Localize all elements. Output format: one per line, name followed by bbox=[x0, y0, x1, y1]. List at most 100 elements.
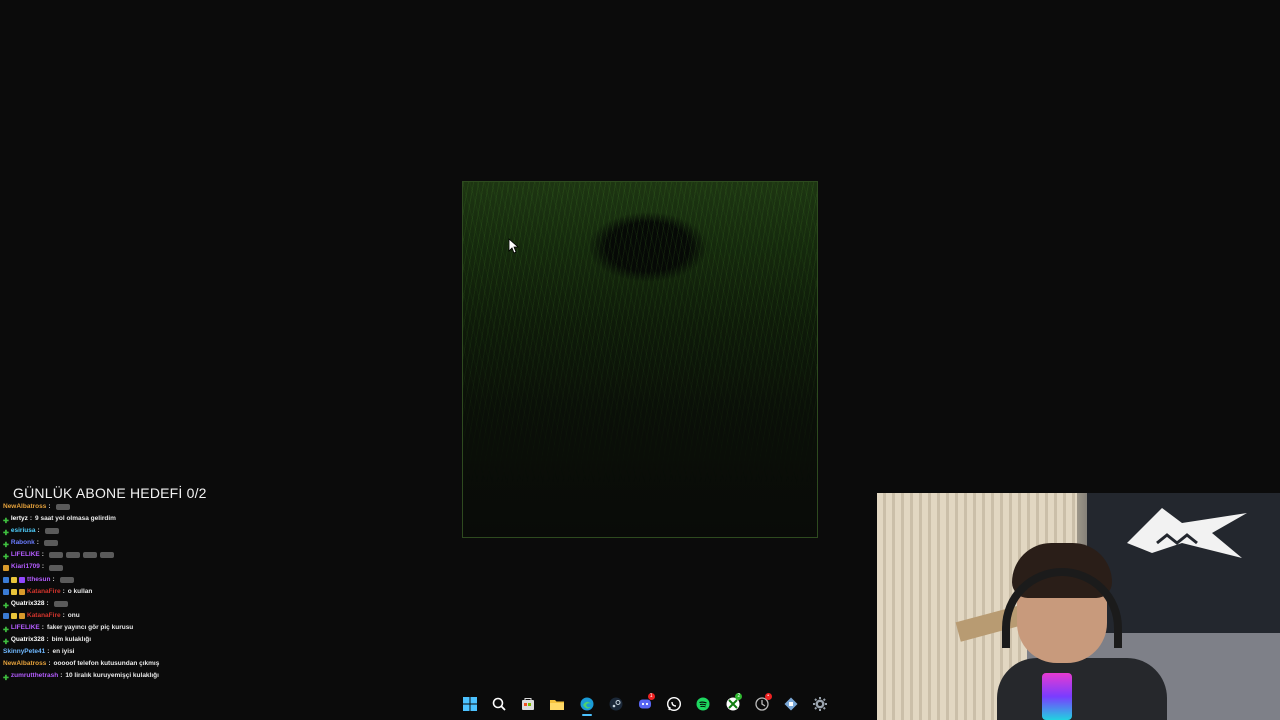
chat-message: ✚ Quatrix328: bim kulaklığı bbox=[3, 634, 263, 646]
chat-separator: : bbox=[48, 660, 51, 668]
chat-message: ✚ zumrutthetrash:10 liralık kuruyemişçi k… bbox=[3, 670, 263, 682]
chat-username: Kiari1709 bbox=[11, 563, 40, 571]
settings-gear-icon bbox=[812, 696, 828, 712]
chat-message: NewAlbatross: bbox=[3, 501, 263, 513]
chat-message: ✚ LIFELIKE: faker yayıncı gör piç kurusu bbox=[3, 622, 263, 634]
file-explorer-icon bbox=[549, 696, 565, 712]
badge-gold-icon bbox=[19, 612, 25, 619]
chat-separator: : bbox=[46, 599, 49, 607]
chat-message: ✚ Rabonk: bbox=[3, 537, 263, 549]
taskbar-search-button[interactable] bbox=[484, 692, 513, 716]
badge-plus-icon: ✚ bbox=[3, 639, 9, 647]
taskbar-settings-gear-button[interactable] bbox=[806, 692, 835, 716]
chat-username: KatanaFire bbox=[27, 611, 61, 619]
chat-separator: : bbox=[41, 623, 44, 631]
emote-icon bbox=[99, 552, 114, 559]
chat-username: lertyz bbox=[10, 515, 28, 523]
taskbar: 1 2 • bbox=[455, 692, 835, 716]
chat-separator: : bbox=[46, 636, 49, 644]
taskbar-app-button[interactable] bbox=[777, 692, 806, 716]
chat-message: ✚ LIFELIKE: bbox=[3, 549, 263, 561]
chat-username: LIFELIKE bbox=[10, 551, 40, 559]
person-shirt bbox=[997, 658, 1167, 720]
whatsapp-icon bbox=[666, 696, 682, 712]
chat-separator: : bbox=[41, 563, 45, 571]
taskbar-whatsapp-button[interactable] bbox=[660, 692, 689, 716]
steam-icon bbox=[608, 696, 624, 712]
chat-separator: : bbox=[52, 575, 55, 583]
emote-icon bbox=[48, 552, 63, 559]
badge-blue-icon bbox=[3, 576, 9, 583]
chat-message: Kiari1709: bbox=[3, 561, 263, 573]
emote-icon bbox=[82, 552, 97, 559]
badge-yellow-icon bbox=[11, 588, 17, 595]
taskbar-game-controller-button[interactable]: • bbox=[747, 692, 776, 716]
chat-username: esiriusa bbox=[10, 527, 36, 535]
chat-text: 9 saat yol olmasa gelirdim bbox=[35, 515, 116, 523]
chat-text: faker yayıncı gör piç kurusu bbox=[46, 623, 134, 631]
chat-message: ✚ esiriusa: bbox=[3, 525, 263, 537]
chat-message: ✚ lertyz:9 saat yol olmasa gelirdim bbox=[3, 513, 263, 525]
mouse-cursor-icon bbox=[508, 238, 520, 254]
shark-logo-icon bbox=[1127, 508, 1247, 558]
emote-icon bbox=[65, 552, 80, 559]
chat-separator: : bbox=[60, 672, 63, 680]
badge-plus-icon: ✚ bbox=[3, 518, 9, 526]
windows-start-icon bbox=[462, 696, 478, 712]
chat-separator: : bbox=[41, 551, 44, 559]
search-icon bbox=[491, 696, 507, 712]
chat-separator: : bbox=[37, 527, 40, 535]
taskbar-xbox-button[interactable]: 2 bbox=[718, 692, 747, 716]
emote-icon bbox=[55, 504, 70, 511]
chat-username: tthesun bbox=[27, 575, 51, 583]
chat-separator: : bbox=[48, 503, 51, 510]
chat-separator: : bbox=[29, 515, 33, 523]
emote-icon bbox=[43, 540, 58, 547]
taskbar-spotify-button[interactable] bbox=[689, 692, 718, 716]
chat-separator: : bbox=[62, 611, 65, 619]
chat-overlay: NewAlbatross: ✚ lertyz:9 saat yol olmasa g… bbox=[3, 501, 263, 682]
badge-plus-icon: ✚ bbox=[3, 675, 9, 683]
chat-username: SkinnyPete41 bbox=[3, 648, 46, 656]
chat-text: onu bbox=[67, 611, 80, 619]
chat-username: LIFELIKE bbox=[10, 623, 40, 631]
taskbar-steam-button[interactable] bbox=[601, 692, 630, 716]
emote-icon bbox=[49, 564, 64, 571]
taskbar-windows-start-button[interactable] bbox=[455, 692, 484, 716]
badge-yellow-icon bbox=[11, 576, 17, 583]
chat-message: KatanaFire: o kullan bbox=[3, 586, 263, 598]
badge-plus-icon: ✚ bbox=[3, 542, 9, 550]
badge-plus-icon: ✚ bbox=[3, 602, 9, 610]
chat-separator: : bbox=[62, 587, 65, 595]
chat-text: o kullan bbox=[67, 587, 93, 595]
spotify-icon bbox=[695, 696, 711, 712]
webcam-feed bbox=[877, 493, 1280, 720]
chat-message: SkinnyPete41: en iyisi bbox=[3, 646, 263, 658]
taskbar-file-explorer-button[interactable] bbox=[543, 692, 572, 716]
taskbar-store-button[interactable] bbox=[513, 692, 542, 716]
chat-message: ✚ Quatrix328: bbox=[3, 598, 263, 610]
chat-username: KatanaFire bbox=[27, 587, 61, 595]
badge-plus-icon: ✚ bbox=[3, 554, 9, 562]
notification-badge: • bbox=[764, 693, 772, 700]
chat-separator: : bbox=[47, 648, 50, 656]
game-viewport[interactable] bbox=[462, 181, 818, 538]
badge-gold-icon bbox=[19, 588, 25, 595]
chat-username: Quatrix328 bbox=[10, 636, 45, 644]
badge-blue-icon bbox=[3, 612, 9, 619]
subscriber-goal-text: GÜNLÜK ABONE HEDEFİ 0/2 bbox=[13, 485, 207, 501]
chat-message: tthesun: bbox=[3, 574, 263, 586]
taskbar-discord-button[interactable]: 1 bbox=[630, 692, 659, 716]
chat-message: KatanaFire: onu bbox=[3, 610, 263, 622]
chat-separator: : bbox=[36, 539, 39, 547]
taskbar-edge-browser-button[interactable] bbox=[572, 692, 601, 716]
chat-username: Quatrix328 bbox=[10, 599, 45, 607]
chat-text: bim kulaklığı bbox=[51, 636, 92, 644]
notification-badge: 2 bbox=[735, 693, 743, 700]
badge-yellow-icon bbox=[11, 612, 17, 619]
chat-text: ooooof telefon kutusundan çıkmış bbox=[53, 660, 160, 668]
chat-text: en iyisi bbox=[52, 648, 75, 656]
chat-text: 10 liralık kuruyemişçi kulaklığı bbox=[65, 672, 159, 680]
rgb-microphone bbox=[1042, 673, 1072, 720]
chat-username: zumrutthetrash bbox=[10, 672, 59, 680]
